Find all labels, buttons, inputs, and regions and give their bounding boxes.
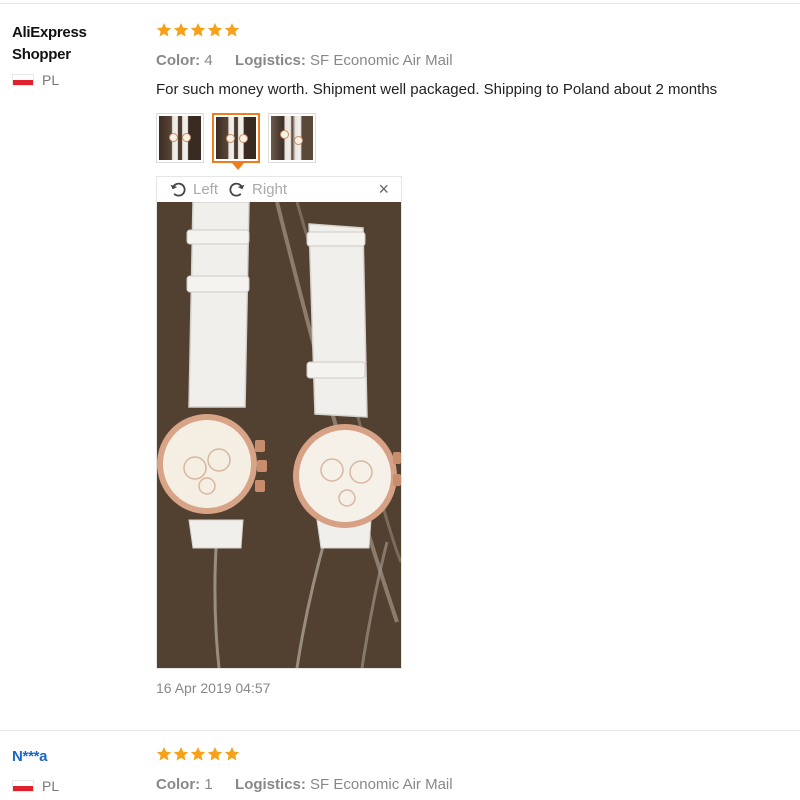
logistics-value: SF Economic Air Mail bbox=[310, 52, 453, 69]
star-icon bbox=[156, 22, 172, 38]
star-icon bbox=[207, 22, 223, 38]
logistics-label: Logistics: bbox=[235, 776, 306, 793]
color-label: Color: bbox=[156, 776, 201, 793]
photo-thumbnails bbox=[156, 113, 796, 170]
photo-thumbnail[interactable] bbox=[268, 113, 316, 163]
star-icon bbox=[190, 22, 206, 38]
reviewer-country: PL bbox=[12, 72, 132, 88]
rotate-left-button[interactable]: Left bbox=[169, 181, 218, 199]
review-timestamp: 16 Apr 2019 04:57 bbox=[156, 680, 271, 696]
reviewer-country: PL bbox=[12, 778, 132, 794]
star-rating bbox=[156, 746, 796, 766]
star-icon bbox=[156, 746, 172, 762]
photo-thumbnail[interactable] bbox=[156, 113, 204, 163]
close-icon[interactable]: × bbox=[378, 179, 389, 199]
order-details: Color: 1 Logistics: SF Economic Air Mail bbox=[156, 775, 796, 795]
rotate-right-icon bbox=[229, 182, 245, 196]
logistics-label: Logistics: bbox=[235, 52, 306, 69]
review-content: Color: 4 Logistics: SF Economic Air Mail… bbox=[156, 22, 796, 696]
order-details: Color: 4 Logistics: SF Economic Air Mail bbox=[156, 51, 796, 71]
reviewer-name: AliExpress Shopper bbox=[12, 24, 87, 63]
country-code: PL bbox=[42, 72, 60, 88]
rotate-right-label: Right bbox=[252, 181, 288, 198]
top-divider bbox=[0, 3, 800, 4]
star-icon bbox=[224, 22, 240, 38]
color-label: Color: bbox=[156, 52, 201, 69]
country-code: PL bbox=[42, 778, 60, 794]
star-icon bbox=[173, 746, 189, 762]
review-divider bbox=[0, 730, 800, 731]
color-value: 1 bbox=[204, 776, 213, 793]
star-icon bbox=[207, 746, 223, 762]
star-icon bbox=[173, 22, 189, 38]
poland-flag-icon bbox=[12, 74, 34, 86]
star-icon bbox=[224, 746, 240, 762]
review-photo bbox=[157, 202, 401, 668]
rotate-left-icon bbox=[170, 182, 186, 196]
poland-flag-icon bbox=[12, 780, 34, 792]
star-icon bbox=[190, 746, 206, 762]
logistics-value: SF Economic Air Mail bbox=[310, 776, 453, 793]
reviewer-name[interactable]: N***a bbox=[12, 746, 132, 768]
review-text: For such money worth. Shipment well pack… bbox=[156, 81, 718, 98]
star-rating bbox=[156, 22, 796, 42]
active-indicator bbox=[232, 163, 244, 170]
reviewer-info: N***a PL bbox=[12, 746, 132, 794]
rotate-right-button[interactable]: Right bbox=[228, 181, 287, 199]
photo-thumbnail-active[interactable] bbox=[212, 113, 260, 170]
color-value: 4 bbox=[204, 52, 213, 69]
rotate-left-label: Left bbox=[193, 181, 219, 198]
review-content: Color: 1 Logistics: SF Economic Air Mail bbox=[156, 746, 796, 795]
reviewer-info: AliExpress Shopper PL bbox=[12, 22, 132, 88]
viewer-toolbar: Left Right × bbox=[157, 177, 401, 202]
photo-viewer: Left Right × bbox=[156, 176, 402, 669]
